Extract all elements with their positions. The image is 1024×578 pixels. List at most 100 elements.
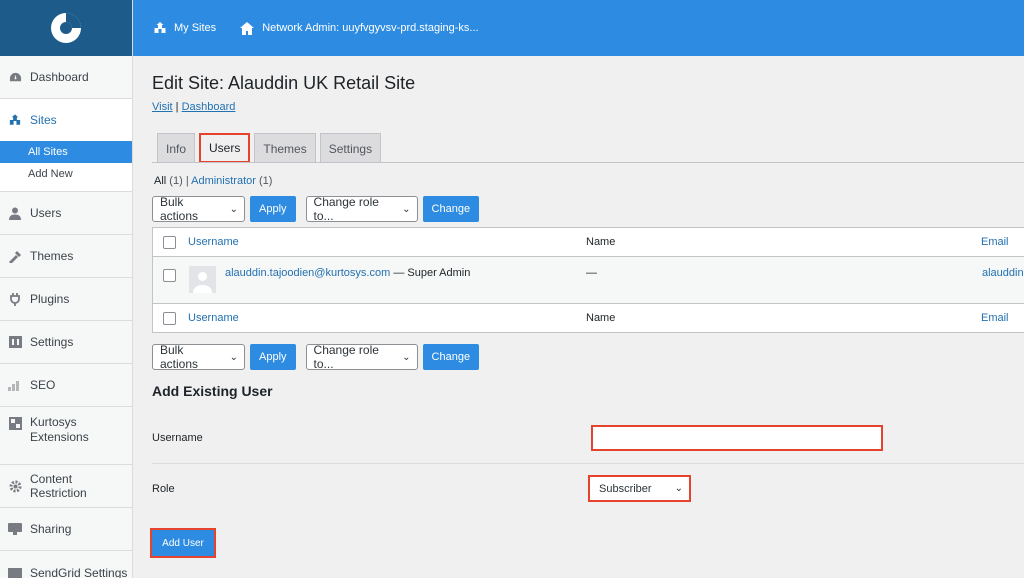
table-row: alauddin.tajoodien@kurtosys.com — Super … xyxy=(153,256,1024,304)
chevron-down-icon: ⌄ xyxy=(402,351,411,363)
page-title: Edit Site: Alauddin UK Retail Site xyxy=(152,73,416,93)
filter-all[interactable]: All xyxy=(154,175,166,187)
network-admin-link[interactable]: Network Admin: uuyfvgyvsv-prd.staging-ks… xyxy=(240,21,479,35)
user-role: — Super Admin xyxy=(393,267,471,279)
sidebar-item-content-restriction[interactable]: Content Restriction xyxy=(0,465,132,508)
site-tabs: Info Users Themes Settings xyxy=(157,133,385,163)
sidebar-item-label: Dashboard xyxy=(30,70,89,84)
sites-icon xyxy=(8,113,22,127)
sharing-icon xyxy=(8,522,22,536)
filter-all-count: (1) xyxy=(169,175,183,187)
sidebar-item-label: Plugins xyxy=(30,292,70,306)
add-user-button[interactable]: Add User xyxy=(150,528,216,558)
settings-icon xyxy=(8,335,22,349)
form-divider xyxy=(152,463,1024,464)
select-all-checkbox[interactable] xyxy=(163,235,176,249)
filter-admin-count: (1) xyxy=(258,175,273,187)
chevron-down-icon: ⌄ xyxy=(402,203,411,215)
sidebar-item-label: Sharing xyxy=(30,522,72,536)
change-role-value: Change role to... xyxy=(313,195,379,223)
sidebar-item-plugins[interactable]: Plugins xyxy=(0,278,132,321)
change-role-select[interactable]: Change role to... ⌄ xyxy=(305,195,418,223)
filter-administrator[interactable]: Administrator xyxy=(191,175,256,187)
column-username-footer[interactable]: Username xyxy=(188,312,239,324)
column-username[interactable]: Username xyxy=(188,236,239,248)
network-admin-label: Network Admin: uuyfvgyvsv-prd.staging-ks… xyxy=(262,22,479,34)
dashboard-link[interactable]: Dashboard xyxy=(182,101,236,113)
role-label: Role xyxy=(152,483,175,495)
plugins-icon xyxy=(8,292,22,306)
sidebar-item-dashboard[interactable]: Dashboard xyxy=(0,56,132,99)
sidebar-item-users[interactable]: Users xyxy=(0,192,132,235)
gear-icon xyxy=(8,479,22,493)
sidebar-item-label: Sites xyxy=(30,113,57,127)
users-table: Username Name Email alauddin.tajoodien@k… xyxy=(152,227,1024,333)
site-logo[interactable] xyxy=(0,0,132,56)
sidebar-item-kurtosys-extensions[interactable]: Kurtosys Extensions xyxy=(0,407,132,465)
username-input[interactable] xyxy=(591,425,883,451)
my-sites-link[interactable]: My Sites xyxy=(152,21,216,35)
sites-icon xyxy=(152,21,168,35)
change-button[interactable]: Change xyxy=(422,196,480,222)
row-name: — xyxy=(586,267,597,279)
tab-settings[interactable]: Settings xyxy=(319,133,382,163)
role-select-value: Subscriber xyxy=(599,482,652,495)
submenu-add-new[interactable]: Add New xyxy=(0,163,132,185)
logo-icon xyxy=(51,13,81,43)
filter-separator: | xyxy=(185,175,189,187)
apply-button[interactable]: Apply xyxy=(250,196,296,222)
row-checkbox[interactable] xyxy=(163,269,176,282)
link-separator: | xyxy=(175,101,179,113)
themes-icon xyxy=(8,249,22,263)
visit-link[interactable]: Visit xyxy=(152,101,173,113)
sidebar-item-label: Themes xyxy=(30,249,74,263)
tab-themes[interactable]: Themes xyxy=(254,133,316,163)
sidebar-item-label: Kurtosys Extensions xyxy=(30,415,89,444)
site-links: Visit | Dashboard xyxy=(152,101,235,113)
change-button-bottom[interactable]: Change xyxy=(422,344,480,370)
bulk-actions-select[interactable]: Bulk actions ⌄ xyxy=(152,195,245,223)
sidebar-item-label: Users xyxy=(30,206,62,220)
mail-icon xyxy=(8,566,22,578)
add-existing-user-title: Add Existing User xyxy=(152,383,273,399)
row-email[interactable]: alauddin... xyxy=(982,267,1024,279)
column-email-footer[interactable]: Email xyxy=(981,312,1009,324)
role-select[interactable]: Subscriber ⌄ xyxy=(588,475,691,502)
avatar xyxy=(189,266,216,293)
bulk-actions-top: Bulk actions ⌄ Apply Change role to... ⌄… xyxy=(152,195,480,223)
submenu-all-sites[interactable]: All Sites xyxy=(0,141,132,163)
users-icon xyxy=(8,206,22,220)
sidebar-item-seo[interactable]: SEO xyxy=(0,364,132,407)
sidebar-item-settings[interactable]: Settings xyxy=(0,321,132,364)
sidebar-item-sendgrid[interactable]: SendGrid Settings xyxy=(0,551,132,578)
table-footer: Username Name Email xyxy=(153,304,1024,332)
username-link[interactable]: alauddin.tajoodien@kurtosys.com xyxy=(225,267,390,279)
bulk-actions-bottom: Bulk actions ⌄ Apply Change role to... ⌄… xyxy=(152,343,480,371)
chevron-down-icon: ⌄ xyxy=(229,351,238,363)
role-filter: All (1) | Administrator (1) xyxy=(154,175,272,187)
sidebar-item-sharing[interactable]: Sharing xyxy=(0,508,132,551)
sidebar-item-sites[interactable]: Sites xyxy=(0,99,132,141)
change-role-select-bottom[interactable]: Change role to... ⌄ xyxy=(305,343,418,371)
my-sites-label: My Sites xyxy=(174,22,217,34)
chevron-down-icon: ⌄ xyxy=(229,203,238,215)
sidebar-item-themes[interactable]: Themes xyxy=(0,235,132,278)
sidebar-item-label: SEO xyxy=(30,378,56,392)
bulk-actions-value: Bulk actions xyxy=(160,343,199,371)
apply-button-bottom[interactable]: Apply xyxy=(250,344,296,370)
column-email[interactable]: Email xyxy=(981,236,1009,248)
sidebar-item-label: SendGrid Settings xyxy=(30,565,128,578)
sidebar-item-label: Content Restriction xyxy=(30,472,87,500)
bulk-actions-select-bottom[interactable]: Bulk actions ⌄ xyxy=(152,343,245,371)
change-role-value: Change role to... xyxy=(313,343,379,371)
tab-divider xyxy=(152,162,1024,163)
select-all-checkbox-footer[interactable] xyxy=(163,311,176,325)
row-username: alauddin.tajoodien@kurtosys.com — Super … xyxy=(225,267,470,279)
dashboard-icon xyxy=(8,70,22,84)
table-header: Username Name Email xyxy=(153,228,1024,256)
admin-top-bar: My Sites Network Admin: uuyfvgyvsv-prd.s… xyxy=(133,0,1024,56)
tab-info[interactable]: Info xyxy=(157,133,196,163)
tab-users[interactable]: Users xyxy=(199,133,251,163)
column-name: Name xyxy=(586,236,616,248)
seo-icon xyxy=(8,378,22,392)
